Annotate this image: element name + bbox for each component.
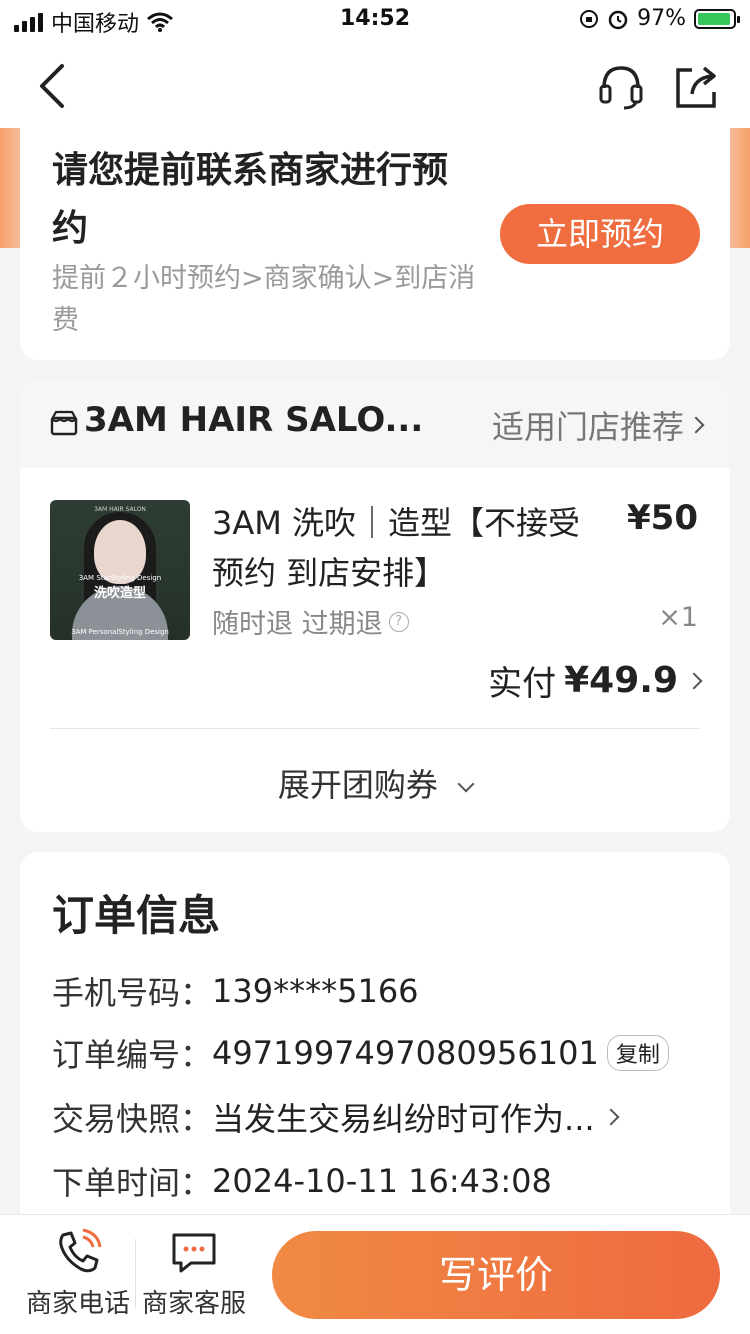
product-quantity: ×1 — [658, 602, 698, 633]
snapshot-label: 交易快照： — [52, 1100, 213, 1138]
status-bar: 中国移动 14:52 97% — [0, 0, 750, 44]
alarm-icon — [608, 10, 628, 29]
paid-value: ¥49.9 — [564, 660, 678, 701]
battery-icon — [694, 8, 740, 29]
thumb-title: 3AM StarStyling Design 洗吹造型 — [78, 574, 162, 601]
orientation-lock-icon — [580, 9, 599, 28]
divider — [50, 728, 700, 729]
shop-icon — [50, 410, 78, 436]
chevron-right-icon — [685, 672, 703, 689]
expand-coupons-button[interactable]: 展开团购券 — [20, 760, 730, 806]
paid-amount-row[interactable]: 实付 ¥49.9 — [488, 656, 703, 705]
headset-icon[interactable] — [596, 62, 646, 110]
phone-icon — [59, 1228, 102, 1273]
store-recommend-label: 适用门店推荐 — [491, 408, 684, 446]
shop-header: 3AM HAIR SALO... 适用门店推荐 — [20, 380, 730, 468]
nav-bar — [0, 44, 750, 128]
merchant-phone-button[interactable]: 商家电话 — [18, 1227, 138, 1320]
chevron-right-icon — [687, 416, 705, 434]
order-info-heading: 订单信息 — [52, 891, 221, 940]
order-number-label: 订单编号： — [52, 1036, 213, 1074]
expand-label: 展开团购券 — [277, 766, 438, 804]
share-icon[interactable] — [672, 62, 720, 110]
order-time-label: 下单时间： — [52, 1164, 213, 1202]
back-icon[interactable] — [34, 62, 74, 110]
chevron-right-icon — [602, 1108, 620, 1126]
order-number-row: 订单编号： 4971997497080956101 复制 — [52, 1030, 669, 1076]
order-time-row: 下单时间： 2024-10-11 16:43:08 — [52, 1158, 552, 1204]
snapshot-value: 当发生交易纠纷时可作为... — [212, 1100, 595, 1138]
phone-label: 手机号码： — [52, 974, 213, 1012]
phone-value: 139****5166 — [212, 972, 419, 1010]
help-icon[interactable]: ? — [388, 611, 409, 632]
order-number-value: 4971997497080956101 — [212, 1034, 599, 1072]
booking-steps: 提前２小时预约>商家确认>到店消费 — [52, 263, 476, 336]
shop-name[interactable]: 3AM HAIR SALO... — [84, 400, 423, 440]
order-info-card: 订单信息 手机号码： 139****5166 订单编号： 49719974970… — [20, 852, 730, 1272]
product-card: 3AM HAIR SALO... 适用门店推荐 3AM HAIR SALON 3… — [20, 380, 730, 832]
merchant-service-label: 商家客服 — [141, 1289, 246, 1319]
merchant-service-button[interactable]: 商家客服 — [134, 1227, 254, 1320]
snapshot-row[interactable]: 交易快照： 当发生交易纠纷时可作为... — [52, 1094, 620, 1140]
merchant-phone-label: 商家电话 — [25, 1289, 130, 1319]
thumb-footer: 3AM PersonalStyling Design — [71, 628, 169, 636]
booking-title: 请您提前联系商家进行预约 — [52, 150, 449, 249]
product-name[interactable]: 3AM 洗吹｜造型【不接受预约 到店安排】 — [212, 498, 612, 598]
battery-percent: 97% — [637, 6, 686, 31]
write-review-button[interactable]: 写评价 — [272, 1231, 720, 1319]
product-price: ¥50 — [627, 498, 698, 538]
order-time-value: 2024-10-11 16:43:08 — [212, 1162, 552, 1200]
booking-card: 请您提前联系商家进行预约 提前２小时预约>商家确认>到店消费 立即预约 — [20, 128, 730, 360]
product-thumbnail[interactable]: 3AM HAIR SALON 3AM StarStyling Design 洗吹… — [50, 500, 190, 640]
phone-row: 手机号码： 139****5166 — [52, 968, 419, 1014]
store-recommend-link[interactable]: 适用门店推荐 — [491, 402, 705, 448]
bottom-action-bar: 商家电话 商家客服 写评价 — [0, 1214, 750, 1334]
book-now-button[interactable]: 立即预约 — [500, 204, 700, 264]
chat-icon — [172, 1233, 216, 1273]
refund-policy: 随时退 过期退 ? — [212, 602, 409, 641]
chevron-down-icon — [457, 775, 475, 793]
copy-button[interactable]: 复制 — [606, 1035, 669, 1071]
paid-label: 实付 — [488, 664, 557, 704]
